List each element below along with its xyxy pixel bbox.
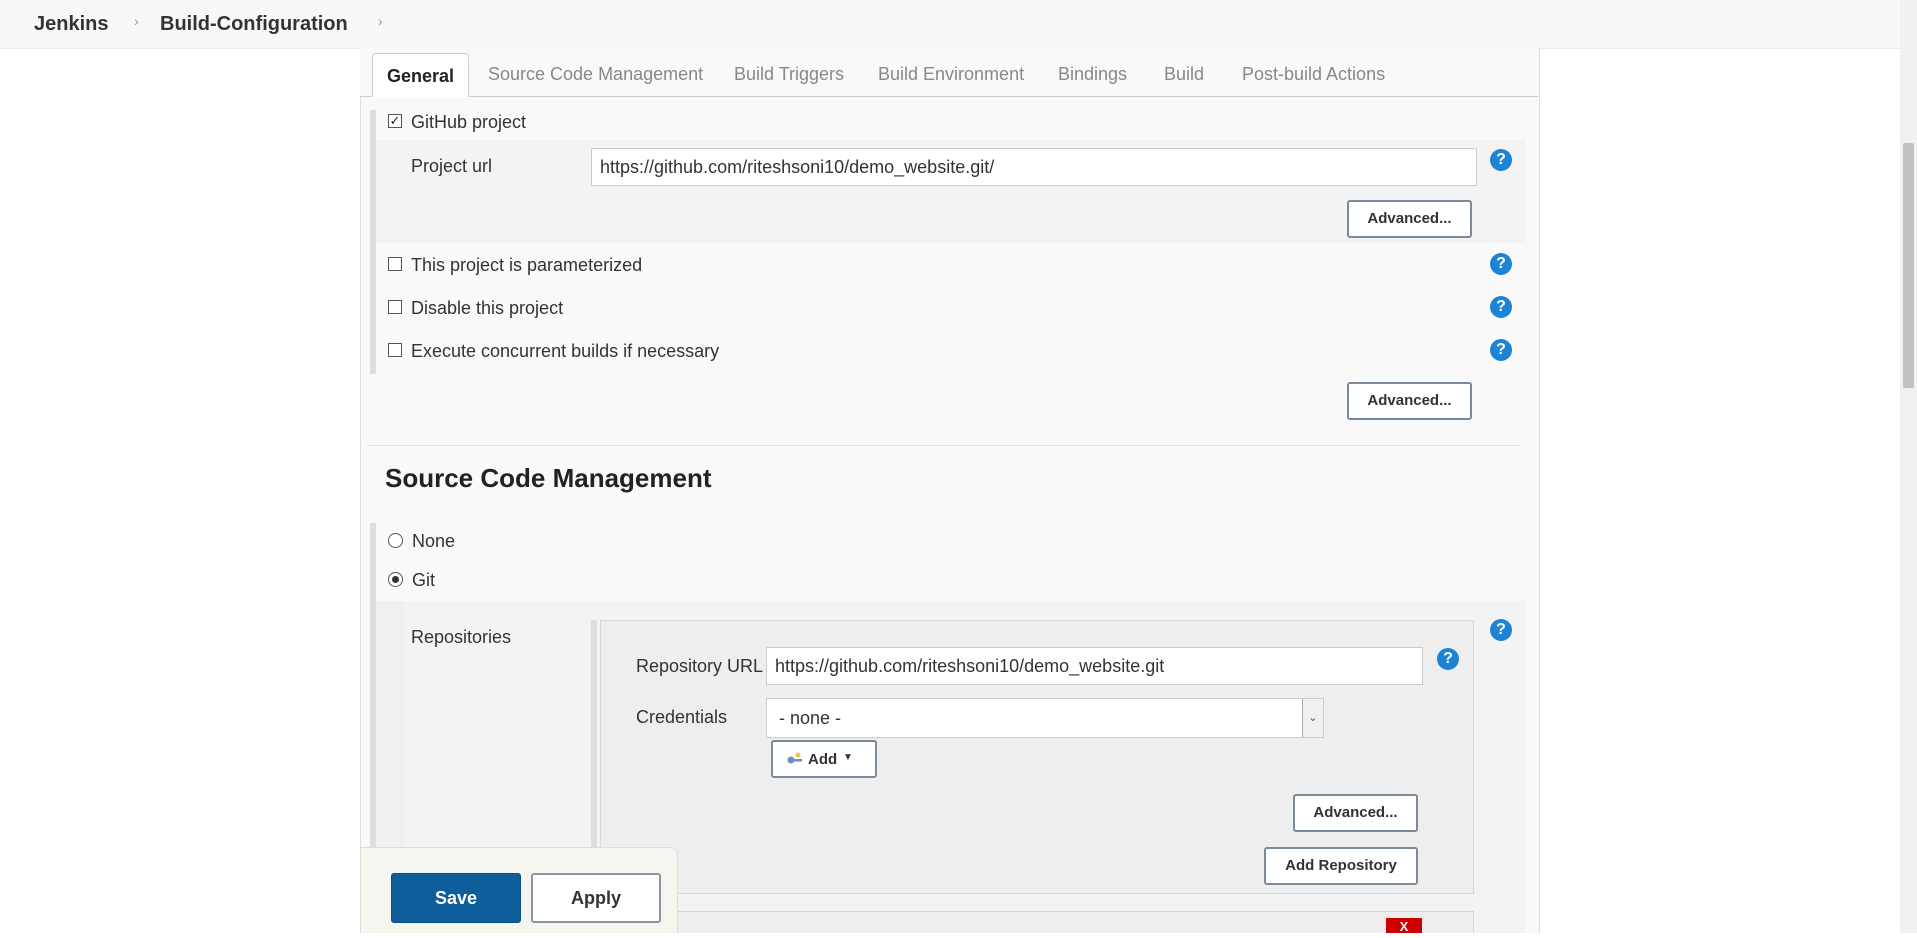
github-advanced-button[interactable]: Advanced...: [1347, 200, 1472, 238]
scm-none-radio[interactable]: [388, 533, 403, 548]
chevron-right-icon: ›: [134, 13, 139, 29]
scm-section-title: Source Code Management: [385, 463, 712, 493]
branches-config-box: [600, 911, 1474, 933]
scm-git-label: Git: [412, 570, 436, 590]
repository-url-input[interactable]: [766, 647, 1423, 685]
concurrent-builds-checkbox[interactable]: [388, 343, 402, 357]
parameterized-checkbox[interactable]: [388, 257, 402, 271]
repository-url-label: Repository URL: [636, 656, 764, 676]
chevron-down-icon[interactable]: ⌄: [1302, 699, 1323, 737]
breadcrumb-jenkins-link[interactable]: Jenkins: [34, 13, 108, 36]
credentials-select[interactable]: - none - ⌄: [766, 698, 1324, 738]
add-credentials-button[interactable]: Add ▼: [771, 740, 877, 778]
add-repository-button[interactable]: Add Repository: [1264, 847, 1418, 885]
tab-build-environment[interactable]: Build Environment: [878, 64, 1024, 85]
chevron-right-icon[interactable]: ›: [378, 13, 383, 29]
save-button[interactable]: Save: [391, 873, 521, 923]
github-project-checkbox[interactable]: ✓: [388, 114, 402, 128]
tab-bindings[interactable]: Bindings: [1058, 64, 1127, 85]
help-icon[interactable]: ?: [1490, 253, 1512, 275]
disable-project-checkbox[interactable]: [388, 300, 402, 314]
breadcrumb: Jenkins › Build-Configuration ›: [0, 0, 1900, 49]
help-icon[interactable]: ?: [1437, 648, 1459, 670]
help-icon[interactable]: ?: [1490, 339, 1512, 361]
tab-post-build-actions[interactable]: Post-build Actions: [1242, 64, 1385, 85]
add-credentials-label: Add: [808, 751, 838, 768]
tab-build[interactable]: Build: [1164, 64, 1204, 85]
page-scrollbar[interactable]: [1900, 0, 1917, 933]
credentials-selected: - none -: [779, 708, 842, 728]
breadcrumb-job-link[interactable]: Build-Configuration: [160, 13, 348, 36]
tab-source-code-management[interactable]: Source Code Management: [488, 64, 703, 85]
parameterized-label: This project is parameterized: [411, 255, 643, 275]
scm-none-label: None: [412, 531, 456, 551]
general-advanced-button[interactable]: Advanced...: [1347, 382, 1472, 420]
delete-branch-button[interactable]: X: [1386, 918, 1422, 934]
dropdown-arrow-icon: ▼: [843, 752, 853, 763]
help-icon[interactable]: ?: [1490, 619, 1512, 641]
apply-button[interactable]: Apply: [531, 873, 661, 923]
disable-project-label: Disable this project: [411, 298, 564, 318]
project-url-label: Project url: [411, 156, 493, 176]
section-divider: [367, 445, 1520, 446]
key-icon: [787, 752, 802, 764]
help-icon[interactable]: ?: [1490, 296, 1512, 318]
scm-git-radio[interactable]: [388, 572, 403, 587]
github-project-label: GitHub project: [411, 112, 527, 132]
repositories-label: Repositories: [411, 627, 512, 647]
scrollbar-thumb[interactable]: [1903, 143, 1914, 388]
credentials-label: Credentials: [636, 707, 728, 727]
concurrent-builds-label: Execute concurrent builds if necessary: [411, 341, 720, 361]
repository-advanced-button[interactable]: Advanced...: [1293, 794, 1418, 832]
project-url-input[interactable]: [591, 148, 1477, 186]
tab-general[interactable]: General: [372, 53, 470, 97]
config-tabs: General Source Code Management Build Tri…: [360, 48, 1538, 97]
help-icon[interactable]: ?: [1490, 149, 1512, 171]
tab-build-triggers[interactable]: Build Triggers: [734, 64, 844, 85]
